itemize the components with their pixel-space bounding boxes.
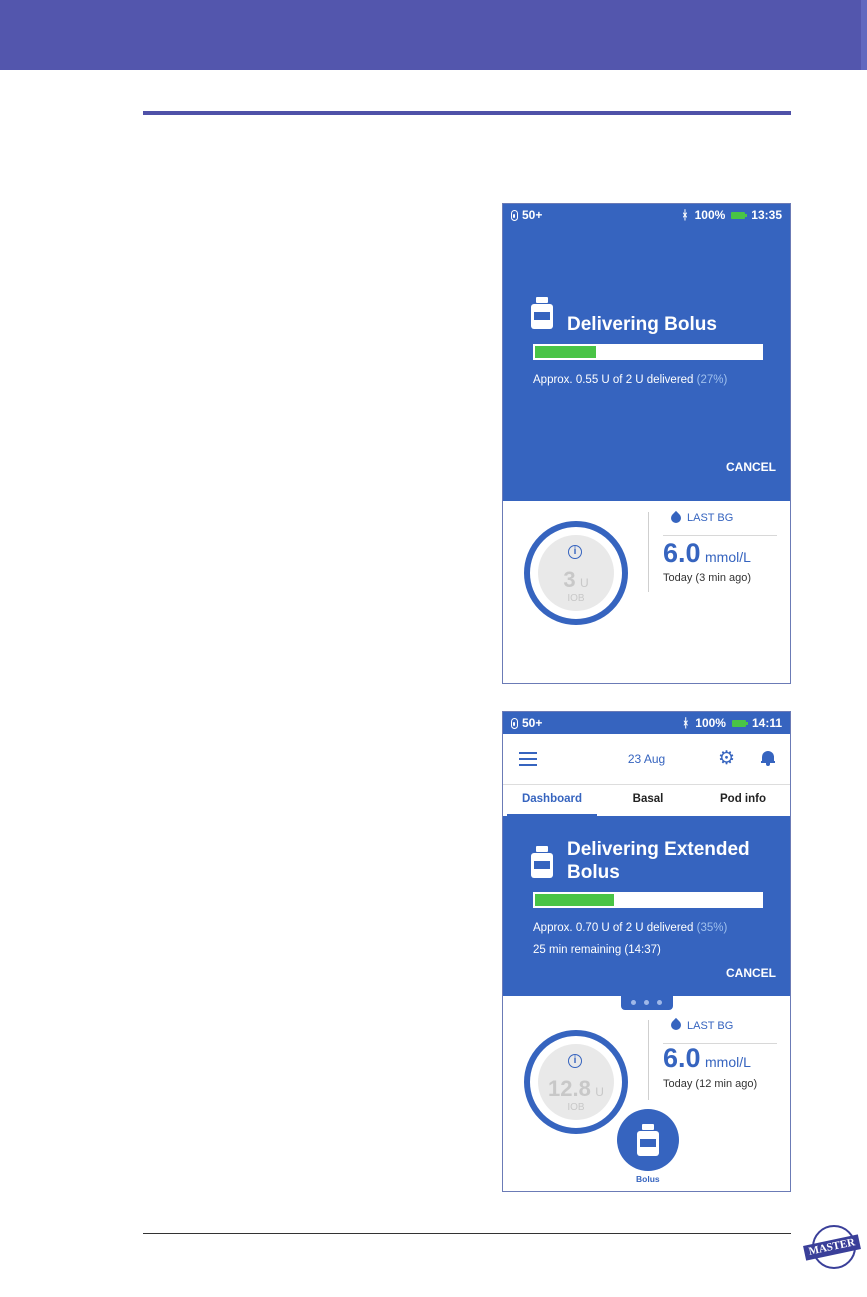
progress-fill: [535, 346, 597, 358]
bolus-progress-bar: [533, 892, 763, 908]
bg-reading: 6.0 mmol/L: [663, 538, 751, 569]
iob-number: 12.8: [548, 1076, 591, 1101]
delivered-percent: (27%): [696, 374, 728, 386]
pod-icon: [511, 209, 518, 221]
section-rule: [143, 111, 791, 115]
last-bg-rule: [663, 535, 777, 536]
phone-screen-delivering-bolus: 50+ ᚼ 100% 13:35 Delivering Bolus Approx…: [502, 203, 791, 684]
iob-gauge[interactable]: i 12.8 U IOB: [524, 1030, 628, 1134]
bg-time: Today (12 min ago): [663, 1078, 758, 1090]
insulin-bottle-icon: [531, 297, 553, 329]
bg-unit: mmol/L: [705, 549, 751, 565]
bg-time: Today (3 min ago): [663, 572, 752, 584]
divider: [648, 512, 649, 592]
status-bar-bg: 50+ ᚼ 100% 14:11: [503, 712, 790, 734]
pod-status: 50+: [522, 208, 543, 222]
app-bar: 23 Aug ⚙: [503, 734, 790, 784]
banner-title-line2: Bolus: [567, 862, 620, 883]
cancel-button[interactable]: CANCEL: [726, 966, 776, 980]
page-header-band: [0, 0, 867, 70]
delivery-status: Approx. 0.70 U of 2 U delivered (35%): [533, 922, 727, 934]
iob-inner: i 12.8 U IOB: [538, 1044, 614, 1120]
phone-screen-extended-bolus: 50+ ᚼ 100% 14:11 23 Aug ⚙ Dashboard Basa…: [502, 711, 791, 1192]
battery-icon: [731, 211, 748, 219]
status-bar: 50+ ᚼ 100% 13:35: [503, 204, 790, 226]
extended-bolus-banner: Delivering Extended Bolus Approx. 0.70 U…: [503, 816, 790, 996]
pod-icon: [511, 717, 518, 729]
delivery-status: Approx. 0.55 U of 2 U delivered (27%): [533, 374, 727, 386]
battery-icon: [731, 719, 748, 727]
iob-unit: U: [595, 1085, 604, 1099]
battery-percent: 100%: [695, 716, 726, 730]
info-icon[interactable]: i: [568, 1054, 582, 1068]
insulin-bottle-icon: [531, 846, 553, 878]
clock: 14:11: [751, 716, 782, 730]
master-badge: MASTER: [803, 1225, 861, 1271]
insulin-bottle-icon: [637, 1124, 659, 1156]
header-edge: [861, 0, 867, 70]
iob-number: 3: [563, 567, 576, 592]
divider: [648, 1020, 649, 1100]
iob-value: 3 U: [538, 567, 614, 593]
tab-pod-info[interactable]: Pod info: [697, 793, 789, 805]
iob-label: IOB: [567, 593, 585, 604]
delivered-percent: (35%): [696, 922, 728, 934]
tab-basal[interactable]: Basal: [601, 793, 695, 805]
bg-value: 6.0: [663, 538, 701, 568]
tab-dashboard[interactable]: Dashboard: [507, 793, 597, 805]
last-bg-label: LAST BG: [687, 1020, 734, 1032]
bolus-button[interactable]: [617, 1109, 679, 1171]
date-label: 23 Aug: [627, 752, 666, 766]
footer-rule: [143, 1233, 791, 1234]
iob-value: 12.8 U: [538, 1076, 614, 1102]
pod-status: 50+: [522, 716, 543, 730]
bg-reading: 6.0 mmol/L: [663, 1043, 751, 1074]
clock: 13:35: [751, 208, 782, 222]
bluetooth-icon: ᚼ: [681, 208, 689, 222]
delivered-text: Approx. 0.70 U of 2 U delivered: [533, 922, 694, 934]
progress-fill: [535, 894, 615, 906]
bg-value: 6.0: [663, 1043, 701, 1073]
cancel-button[interactable]: CANCEL: [726, 460, 776, 474]
bolus-progress-bar: [533, 344, 763, 360]
bolus-button-label: Bolus: [636, 1174, 660, 1184]
iob-gauge[interactable]: i 3 U IOB: [524, 521, 628, 625]
iob-inner: i 3 U IOB: [538, 535, 614, 611]
delivered-text: Approx. 0.55 U of 2 U delivered: [533, 374, 694, 386]
battery-percent: 100%: [694, 208, 726, 222]
bell-icon[interactable]: [761, 750, 775, 766]
remaining-time: 25 min remaining (14:37): [533, 944, 661, 956]
banner-title: Delivering Extended Bolus: [567, 838, 750, 884]
banner-title: Delivering Bolus: [567, 314, 717, 335]
tab-bar: Dashboard Basal Pod info: [503, 784, 790, 817]
bluetooth-icon: ᚼ: [682, 716, 690, 730]
page-indicator[interactable]: [621, 996, 673, 1010]
blood-drop-icon: [670, 1017, 681, 1031]
bolus-banner: 50+ ᚼ 100% 13:35 Delivering Bolus Approx…: [503, 204, 790, 501]
bg-unit: mmol/L: [705, 1054, 751, 1070]
banner-title-line1: Delivering Extended: [567, 839, 750, 860]
status-bar: 50+ ᚼ 100% 14:11: [503, 712, 790, 734]
gear-icon[interactable]: ⚙: [718, 749, 735, 769]
info-icon[interactable]: i: [568, 545, 582, 559]
iob-unit: U: [580, 576, 589, 590]
blood-drop-icon: [670, 510, 681, 524]
iob-label: IOB: [567, 1102, 585, 1113]
last-bg-label: LAST BG: [687, 512, 734, 524]
